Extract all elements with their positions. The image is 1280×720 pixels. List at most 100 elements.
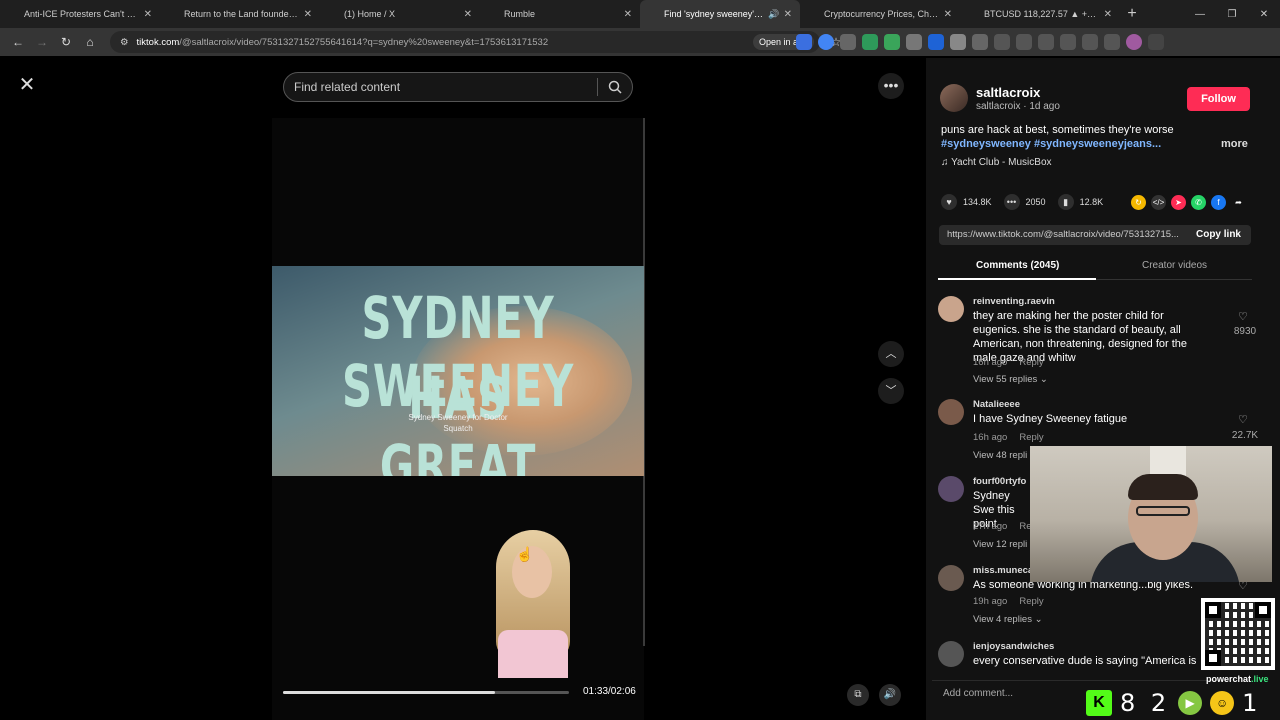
embed-icon[interactable]: </> xyxy=(1151,195,1166,210)
close-tab-icon[interactable]: ✕ xyxy=(784,9,792,20)
maximize-icon[interactable]: ❐ xyxy=(1216,9,1248,20)
facebook-icon[interactable]: f xyxy=(1211,195,1226,210)
comment-like-icon[interactable]: ♡ xyxy=(1238,310,1248,323)
share-link-box: https://www.tiktok.com/@saltlacroix/vide… xyxy=(939,225,1251,245)
creator-avatar[interactable] xyxy=(940,84,968,112)
comment-icon: ••• xyxy=(1003,194,1020,210)
more-options-icon[interactable]: ••• xyxy=(878,73,904,99)
follow-button[interactable]: Follow xyxy=(1187,87,1250,111)
new-tab-button[interactable]: + xyxy=(1120,5,1144,23)
close-tab-icon[interactable]: ✕ xyxy=(944,9,952,20)
commenter-username[interactable]: Natalieeee xyxy=(973,399,1020,410)
tab-5[interactable]: Cryptocurrency Prices, Charts, a✕ xyxy=(800,0,960,28)
heart-icon: ♥ xyxy=(941,194,957,210)
kick-logo-icon: K xyxy=(1086,690,1112,716)
comment-like-count: 22.7K xyxy=(1231,430,1259,441)
creator-username[interactable]: saltlacroix xyxy=(976,85,1040,100)
volume-icon[interactable]: 🔊 xyxy=(879,684,901,706)
extension-icon[interactable] xyxy=(796,34,812,50)
extension-icon[interactable] xyxy=(928,34,944,50)
close-tab-icon[interactable]: ✕ xyxy=(144,9,152,20)
reply-link[interactable]: Reply xyxy=(1019,357,1043,368)
add-comment-input[interactable]: Add comment... xyxy=(943,688,1013,699)
commenter-username[interactable]: ienjoysandwiches xyxy=(973,641,1054,652)
commenter-avatar[interactable] xyxy=(938,399,964,425)
like-button[interactable]: ♥ 134.8K xyxy=(941,194,992,210)
sidebar-icon[interactable] xyxy=(1060,34,1076,50)
extension-icon[interactable] xyxy=(818,34,834,50)
comment-text: every conservative dude is saying "Ameri… xyxy=(973,655,1197,667)
reply-link[interactable]: Reply xyxy=(1019,596,1043,607)
url-field[interactable]: ⚙ tiktok.com/@saltlacroix/video/75313271… xyxy=(110,31,820,53)
extension-icon[interactable] xyxy=(884,34,900,50)
devtools-icon[interactable] xyxy=(1038,34,1054,50)
tab-3[interactable]: Rumble ✕ xyxy=(480,0,640,28)
commenter-avatar[interactable] xyxy=(938,565,964,591)
view-replies-link[interactable]: View 55 replies ⌄ xyxy=(973,374,1048,385)
share-link-url[interactable]: https://www.tiktok.com/@saltlacroix/vide… xyxy=(947,229,1181,240)
find-related-search[interactable]: Find related content xyxy=(283,72,633,102)
media-icon[interactable] xyxy=(1104,34,1120,50)
close-tab-icon[interactable]: ✕ xyxy=(1104,9,1112,20)
close-player-icon[interactable]: ✕ xyxy=(16,74,38,96)
forward-icon[interactable]: → xyxy=(30,35,54,49)
extension-icon[interactable] xyxy=(906,34,922,50)
view-replies-link[interactable]: View 48 repli xyxy=(973,450,1027,461)
search-input[interactable]: Find related content xyxy=(294,80,597,94)
banner-credit: Sydney Sweeney for Doctor Squatch xyxy=(408,413,508,433)
home-icon[interactable]: ⌂ xyxy=(78,35,102,49)
repost-icon[interactable]: ↻ xyxy=(1131,195,1146,210)
view-replies-link[interactable]: View 4 replies ⌄ xyxy=(973,614,1043,625)
search-icon[interactable] xyxy=(608,80,622,94)
reload-icon[interactable]: ↻ xyxy=(54,35,78,49)
back-icon[interactable]: ← xyxy=(6,35,30,49)
tab-1[interactable]: Return to the Land founder Eric ✕ xyxy=(160,0,320,28)
commenter-avatar[interactable] xyxy=(938,296,964,322)
commenter-username[interactable]: miss.muneca xyxy=(973,565,1033,576)
speaker-icon[interactable]: 🔊 xyxy=(768,9,779,20)
close-tab-icon[interactable]: ✕ xyxy=(624,9,632,20)
picture-in-picture-icon[interactable]: ⧉ xyxy=(847,684,869,706)
history-icon[interactable] xyxy=(994,34,1010,50)
extension-icon[interactable] xyxy=(840,34,856,50)
next-video-icon[interactable]: ﹀ xyxy=(878,378,904,404)
tab-0[interactable]: Anti-ICE Protesters Can't Handl ✕ xyxy=(0,0,160,28)
save-button[interactable]: ▮ 12.8K xyxy=(1057,194,1103,210)
comment-button[interactable]: ••• 2050 xyxy=(1003,194,1046,210)
caption-more-link[interactable]: more xyxy=(1221,138,1248,150)
tab-creator-videos[interactable]: Creator videos xyxy=(1142,260,1207,271)
share-icons: ↻ </> ➤ ✆ f ➦ xyxy=(1131,195,1246,210)
previous-video-icon[interactable]: ︿ xyxy=(878,341,904,367)
commenter-avatar[interactable] xyxy=(938,641,964,667)
close-window-icon[interactable]: ✕ xyxy=(1248,9,1280,20)
commenter-username[interactable]: reinventing.raevin xyxy=(973,296,1055,307)
comment-like-icon[interactable]: ♡ xyxy=(1238,413,1248,426)
extension-icon[interactable] xyxy=(1016,34,1032,50)
tab-6[interactable]: BTCUSD 118,227.57 ▲ +0.21%✕ xyxy=(960,0,1120,28)
reply-link[interactable]: Reply xyxy=(1019,432,1043,443)
puzzle-icon[interactable] xyxy=(972,34,988,50)
close-tab-icon[interactable]: ✕ xyxy=(304,9,312,20)
youtube-icon xyxy=(168,9,178,19)
video-progress-bar[interactable] xyxy=(283,691,569,694)
menu-kebab-icon[interactable] xyxy=(1148,34,1164,50)
tab-4-active[interactable]: Find 'sydney sweeney' on Ti 🔊 ✕ xyxy=(640,0,800,28)
whatsapp-icon[interactable]: ✆ xyxy=(1191,195,1206,210)
share-arrow-icon[interactable]: ➦ xyxy=(1231,195,1246,210)
tab-2[interactable]: (1) Home / X ✕ xyxy=(320,0,480,28)
extension-icon[interactable] xyxy=(1082,34,1098,50)
tab-comments[interactable]: Comments (2045) xyxy=(976,260,1059,271)
site-info-icon[interactable]: ⚙ xyxy=(120,37,129,48)
extension-icon[interactable] xyxy=(862,34,878,50)
music-track-link[interactable]: ♫ Yacht Club - MusicBox xyxy=(941,157,1052,168)
copy-link-button[interactable]: Copy link xyxy=(1196,229,1241,240)
post-hashtags[interactable]: #sydneysweeney #sydneysweeneyjeans... xyxy=(941,138,1161,150)
minimize-icon[interactable]: — xyxy=(1184,9,1216,20)
view-replies-link[interactable]: View 12 repli xyxy=(973,539,1027,550)
commenter-avatar[interactable] xyxy=(938,476,964,502)
profile-avatar-icon[interactable] xyxy=(1126,34,1142,50)
commenter-username[interactable]: fourf00rtyfo xyxy=(973,476,1026,487)
close-tab-icon[interactable]: ✕ xyxy=(464,9,472,20)
send-icon[interactable]: ➤ xyxy=(1171,195,1186,210)
extension-icon[interactable] xyxy=(950,34,966,50)
